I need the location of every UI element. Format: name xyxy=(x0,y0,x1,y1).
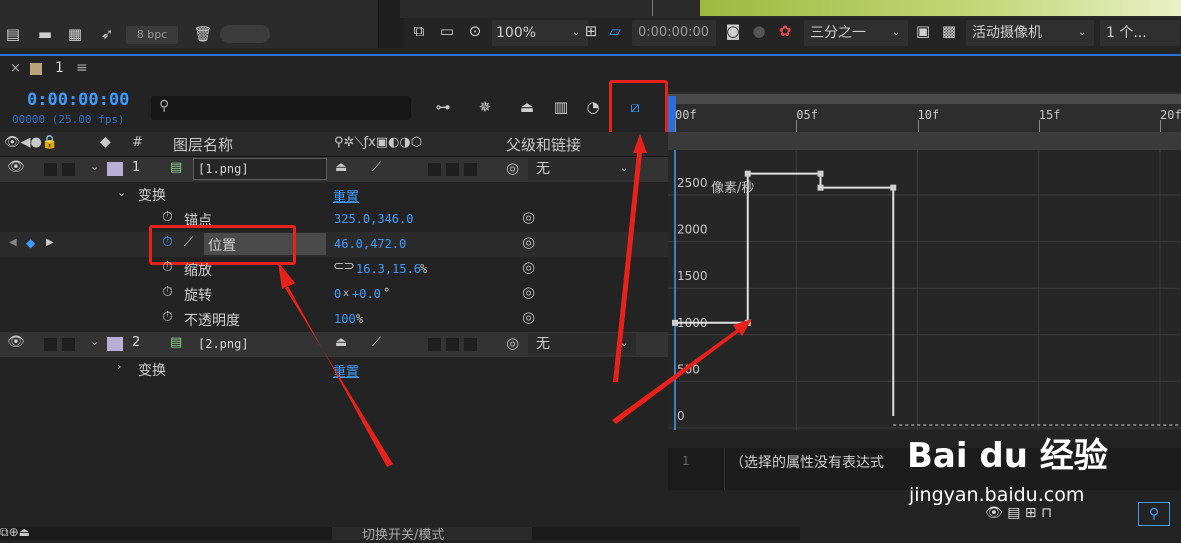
timeline-footer: ⧉⊕⏏ 切换开关/模式 xyxy=(0,525,800,543)
ruler-label: 10f xyxy=(917,108,940,122)
ruler-label: 20f xyxy=(1160,108,1181,122)
mode-label: 切换开关/模式 xyxy=(362,528,445,543)
ruler-label: 15f xyxy=(1038,108,1061,122)
ruler-tick xyxy=(1160,120,1161,132)
ruler-label: 05f xyxy=(796,108,818,122)
watermark-logo: Bai du 经验 xyxy=(907,436,1108,476)
ruler-tick xyxy=(917,120,919,132)
footer-icons: ⧉⊕⏏ xyxy=(0,525,30,539)
arrow-to-graph-button xyxy=(613,134,647,382)
ruler-tick xyxy=(796,120,798,132)
watermark: Bai du 经验 jingyan.baidu.com xyxy=(905,428,1115,518)
arrow-to-graph xyxy=(612,319,752,424)
ruler-label: 00f xyxy=(675,108,697,122)
watermark-url: jingyan.baidu.com xyxy=(909,484,1085,506)
arrow-to-position xyxy=(278,262,393,467)
ruler-tick xyxy=(1038,120,1040,132)
fit-graph-icon[interactable]: ⚲ xyxy=(1138,502,1170,526)
toggle-switches-modes[interactable]: 切换开关/模式 xyxy=(332,527,532,543)
ruler-tick xyxy=(675,120,676,132)
